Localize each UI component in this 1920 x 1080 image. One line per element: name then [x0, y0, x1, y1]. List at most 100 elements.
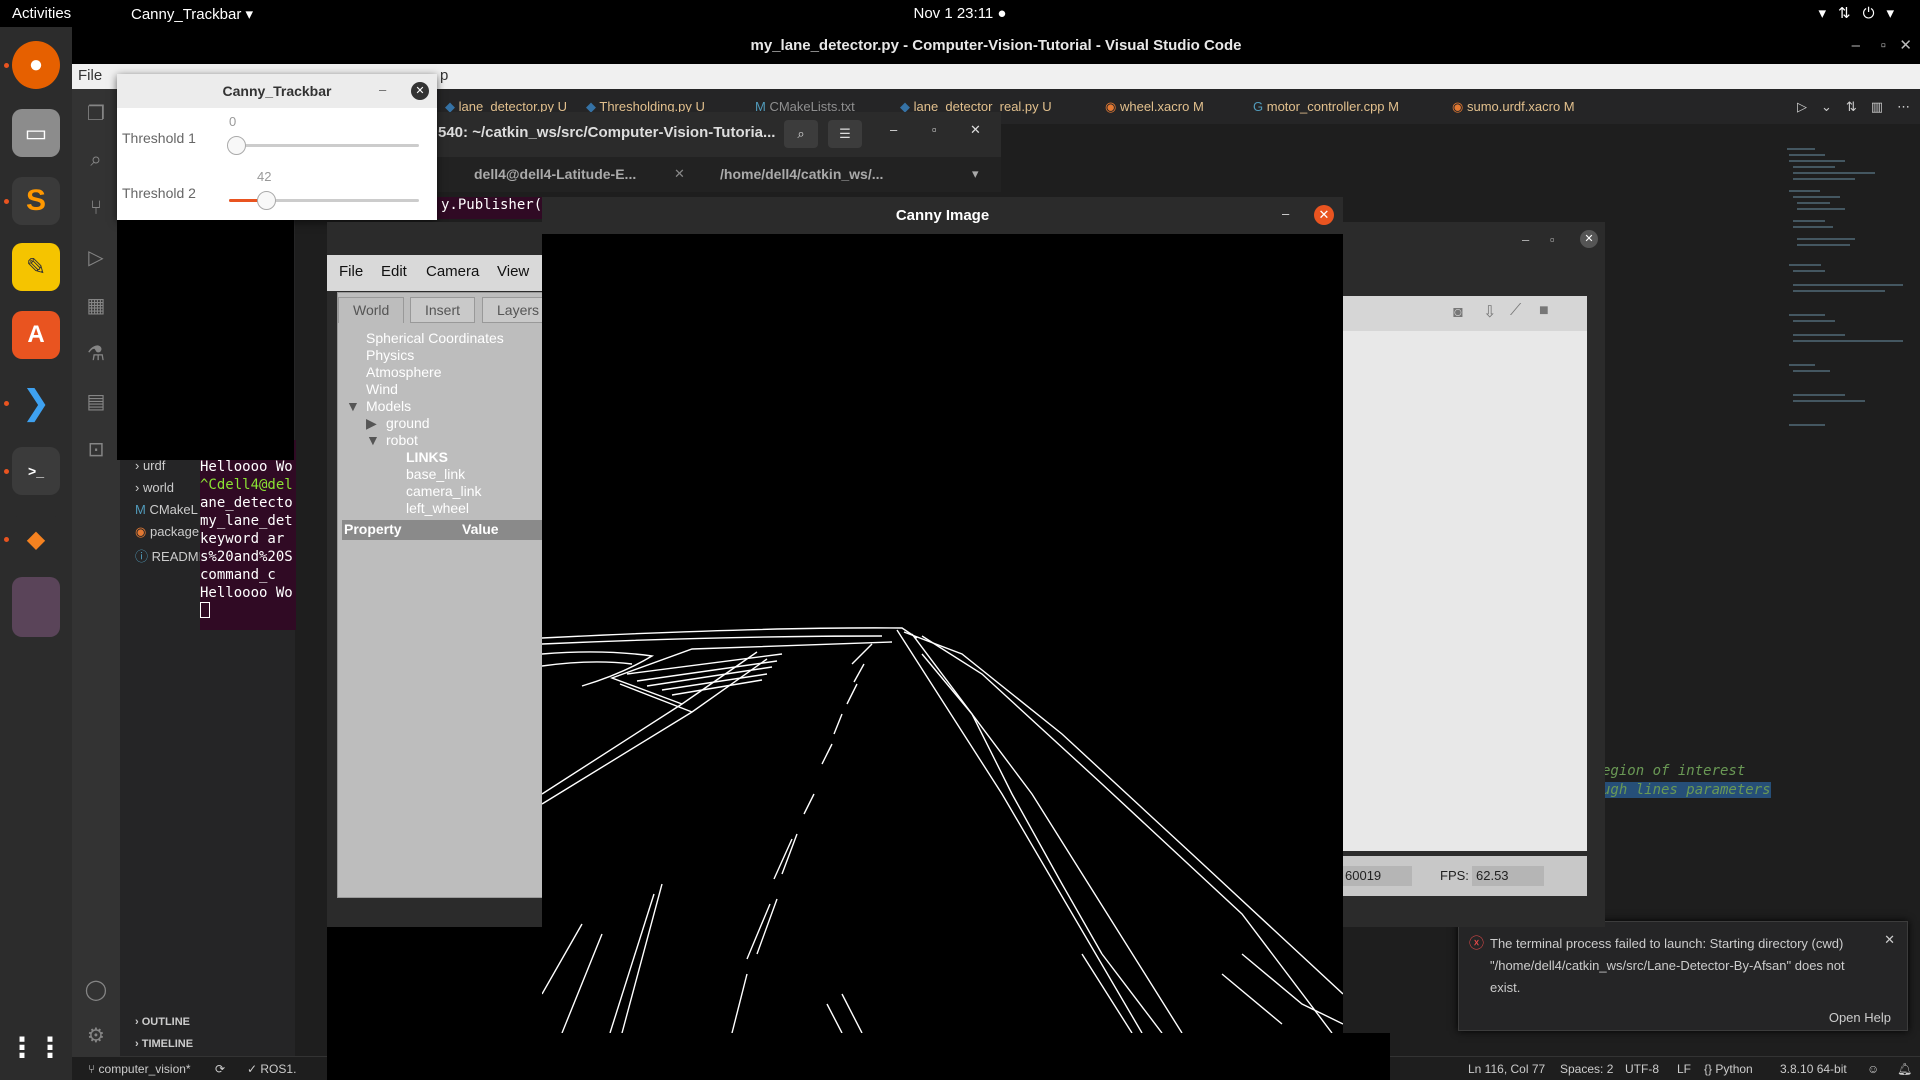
menu-file[interactable]: File — [78, 67, 102, 84]
active-app-icon[interactable] — [12, 577, 60, 637]
minimize-button[interactable]: – — [1522, 232, 1529, 247]
explorer-icon[interactable]: ❐ — [84, 101, 108, 125]
text-editor-icon[interactable]: ✎ — [12, 243, 60, 291]
files-icon[interactable]: ▭ — [12, 109, 60, 157]
bell-icon[interactable]: 🔔︎ — [1897, 1062, 1912, 1076]
tree-left-wheel[interactable]: left_wheel — [406, 500, 469, 516]
gear-icon[interactable]: ⚙ — [84, 1023, 108, 1047]
close-icon[interactable]: ✕ — [674, 166, 685, 182]
gz-menu-file[interactable]: File — [339, 263, 363, 280]
terminal-icon[interactable]: >_ — [12, 447, 60, 495]
tree-physics[interactable]: Physics — [366, 347, 414, 363]
remote-icon[interactable]: ⊡ — [84, 437, 108, 461]
sublime-icon[interactable]: S — [12, 177, 60, 225]
software-center-icon[interactable]: A — [12, 311, 60, 359]
tree-wind[interactable]: Wind — [366, 381, 398, 397]
threshold-2-slider[interactable] — [229, 191, 419, 210]
tree-atmosphere[interactable]: Atmosphere — [366, 364, 441, 380]
branch-indicator[interactable]: ⑂ computer_vision* — [88, 1062, 191, 1076]
show-apps-icon[interactable]: ⋮⋮ — [8, 1023, 64, 1071]
tab-wheel-xacro[interactable]: ◉ wheel.xacro M — [1105, 99, 1204, 115]
search-icon[interactable]: ⌕ — [84, 149, 108, 173]
close-button[interactable]: ✕ — [1899, 27, 1912, 64]
camera-icon[interactable]: ◙ — [1453, 304, 1463, 322]
indentation[interactable]: Spaces: 2 — [1560, 1062, 1613, 1076]
terminal-output[interactable]: command_c Helloooo Wo ^Cdell4@del ane_de… — [200, 440, 296, 630]
editor-actions[interactable]: ▷⌄⇅▥⋯ — [1797, 99, 1920, 115]
system-tray[interactable]: ▾⇅⏻▾ — [1818, 4, 1906, 22]
tree-item-cmake[interactable]: M CMakeL — [135, 502, 198, 517]
gz-menu-view[interactable]: View — [497, 263, 529, 280]
clock[interactable]: Nov 1 23:11 ● — [0, 5, 1920, 22]
terminal-tab-2[interactable]: /home/dell4/catkin_ws/... — [720, 166, 883, 182]
tree-item-urdf[interactable]: › urdf — [135, 458, 165, 473]
hamburger-menu-icon[interactable]: ☰ — [828, 120, 862, 148]
tab-motor-controller[interactable]: G motor_controller.cpp M — [1253, 99, 1399, 114]
cursor-position[interactable]: Ln 116, Col 77 — [1468, 1062, 1545, 1076]
tree-item-readme[interactable]: ⓘ READMI — [135, 546, 202, 565]
fps-value: 62.53 — [1472, 866, 1544, 886]
eol[interactable]: LF — [1677, 1062, 1691, 1076]
docker-icon[interactable]: ▤ — [84, 389, 108, 413]
tree-base-link[interactable]: base_link — [406, 466, 465, 482]
minimize-button[interactable]: – — [890, 122, 897, 137]
maximize-button[interactable]: ▫ — [1881, 27, 1886, 64]
maximize-button[interactable]: ▫ — [932, 122, 937, 137]
gz-menu-edit[interactable]: Edit — [381, 263, 407, 280]
close-button[interactable]: ✕ — [1314, 205, 1334, 225]
tree-spherical-coordinates[interactable]: Spherical Coordinates — [366, 330, 504, 346]
chevron-right-icon[interactable]: ▶ — [366, 415, 377, 432]
source-control-icon[interactable]: ⑂ — [84, 197, 108, 221]
threshold-1-knob[interactable] — [227, 136, 246, 155]
terminal-tab-1[interactable]: dell4@dell4-Latitude-E... — [474, 166, 636, 182]
vscode-icon[interactable]: ❯ — [12, 379, 60, 427]
threshold-1-slider[interactable] — [227, 136, 419, 155]
ros-status[interactable]: ✓ ROS1. — [247, 1062, 296, 1076]
interpreter[interactable]: 3.8.10 64-bit — [1780, 1062, 1847, 1076]
video-icon[interactable]: ■ — [1539, 302, 1549, 320]
plot-icon[interactable]: ⟋ — [1510, 302, 1521, 320]
close-icon[interactable]: ✕ — [1884, 932, 1895, 948]
close-button[interactable]: ✕ — [1580, 230, 1598, 248]
language-mode[interactable]: {} Python — [1704, 1062, 1753, 1076]
close-button[interactable]: ✕ — [970, 122, 981, 138]
threshold-2-knob[interactable] — [257, 191, 277, 210]
tree-item-package[interactable]: ◉ package — [135, 524, 199, 540]
tab-sumo-urdf[interactable]: ◉ sumo.urdf.xacro M — [1452, 99, 1575, 115]
outline-section[interactable]: › OUTLINE — [135, 1016, 190, 1028]
minimize-button[interactable]: – — [1852, 27, 1860, 64]
chevron-down-icon[interactable]: ▼ — [346, 398, 360, 414]
feedback-icon[interactable]: ☺ — [1867, 1062, 1879, 1076]
sync-icon[interactable]: ⟳ — [215, 1062, 225, 1076]
extensions-icon[interactable]: ▦ — [84, 293, 108, 317]
tree-robot[interactable]: robot — [386, 432, 418, 448]
tree-item-world[interactable]: › world — [135, 480, 174, 495]
tree-models[interactable]: Models — [366, 398, 411, 414]
timeline-section[interactable]: › TIMELINE — [135, 1038, 193, 1050]
search-icon[interactable]: ⌕ — [784, 120, 818, 148]
gazebo-viewport[interactable] — [1340, 296, 1587, 851]
close-button[interactable]: ✕ — [411, 82, 429, 100]
account-icon[interactable]: ◯ — [84, 977, 108, 1001]
chevron-down-icon[interactable]: ▼ — [366, 432, 380, 448]
maximize-button[interactable]: ▫ — [1550, 232, 1555, 247]
menu-help[interactable]: p — [440, 67, 448, 84]
tab-world[interactable]: World — [338, 297, 405, 323]
tree-ground[interactable]: ground — [386, 415, 430, 431]
open-help-button[interactable]: Open Help — [1829, 1010, 1891, 1025]
minimap[interactable] — [1785, 145, 1905, 465]
tab-insert[interactable]: Insert — [410, 297, 476, 323]
tree-camera-link[interactable]: camera_link — [406, 483, 481, 499]
chevron-down-icon[interactable]: ▾ — [972, 166, 979, 182]
gz-menu-camera[interactable]: Camera — [426, 263, 479, 280]
gazebo-icon[interactable]: ◆ — [12, 515, 60, 563]
minimize-button[interactable]: – — [1282, 206, 1289, 221]
testing-icon[interactable]: ⚗ — [84, 341, 108, 365]
minimize-button[interactable]: – — [379, 82, 386, 97]
real-time-value: 60019 — [1342, 866, 1412, 886]
error-notification: ⓧ The terminal process failed to launch:… — [1458, 921, 1908, 1031]
run-debug-icon[interactable]: ▷ — [84, 245, 108, 269]
log-icon[interactable]: ⇩ — [1483, 302, 1496, 322]
encoding[interactable]: UTF-8 — [1625, 1062, 1659, 1076]
firefox-icon[interactable]: ● — [12, 41, 60, 89]
